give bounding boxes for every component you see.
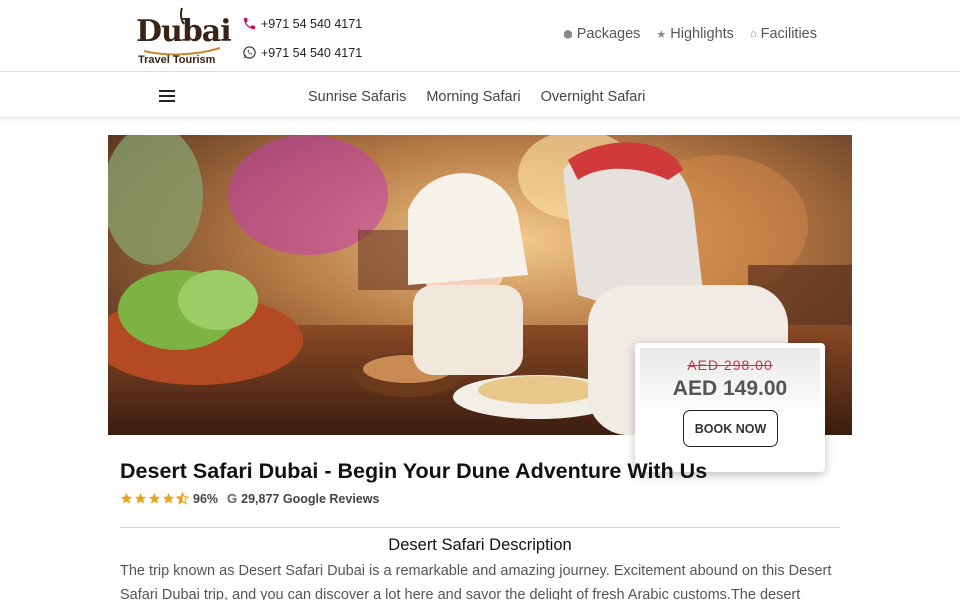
original-price: AED 298.00 [687, 357, 773, 373]
section-divider [120, 527, 840, 528]
nav-highlights[interactable]: ★ Highlights [656, 26, 734, 42]
star-icon [134, 493, 147, 504]
google-reviews-link[interactable]: 29,877 Google Reviews [241, 492, 379, 506]
whatsapp-contact[interactable]: +971 54 540 4171 [242, 45, 362, 60]
logo-word: Dubai [136, 14, 232, 49]
page-title: Desert Safari Dubai - Begin Your Dune Ad… [120, 459, 708, 483]
phone-contact[interactable]: +971 54 540 4171 [242, 16, 362, 31]
phone-icon [243, 17, 256, 30]
rating-percent: 96% [193, 491, 219, 506]
half-star-icon [176, 492, 189, 505]
star-icon [162, 493, 175, 504]
sale-price: AED 149.00 [672, 377, 788, 400]
star-icon [148, 493, 161, 504]
subnav-sunrise-safaris[interactable]: Sunrise Safaris [308, 89, 406, 105]
rating-stars [120, 492, 189, 505]
description-text: The trip known as Desert Safari Dubai is… [120, 563, 832, 600]
subnav-morning-safari[interactable]: Morning Safari [426, 89, 520, 105]
safari-links: Sunrise Safaris Morning Safari Overnight… [308, 89, 645, 105]
rating-row: 96% G 29,877 Google Reviews [120, 491, 379, 506]
menu-icon[interactable] [159, 90, 175, 102]
sub-navigation: Sunrise Safaris Morning Safari Overnight… [0, 73, 960, 118]
star-icon: ★ [656, 28, 667, 41]
nav-facilities[interactable]: ⌂ Facilities [750, 26, 817, 42]
cube-icon: ⬢ [563, 28, 573, 41]
top-header: Dubai Travel Tourism +971 54 540 4171 +9… [0, 0, 960, 72]
section-title: Desert Safari Description [388, 536, 572, 554]
nav-highlights-label: Highlights [670, 26, 734, 42]
logo-tagline: Travel Tourism [138, 54, 216, 66]
subnav-overnight-safari[interactable]: Overnight Safari [541, 89, 646, 105]
building-icon: ⌂ [749, 28, 757, 40]
google-icon: G [227, 491, 238, 506]
nav-packages-label: Packages [576, 26, 641, 42]
whatsapp-number: +971 54 540 4171 [261, 45, 363, 60]
book-now-button[interactable]: BOOK NOW [683, 410, 778, 447]
star-icon [120, 493, 133, 504]
top-navigation: ⬢ Packages ★ Highlights ⌂ Facilities [563, 26, 817, 42]
nav-facilities-label: Facilities [760, 26, 817, 42]
site-logo[interactable]: Dubai Travel Tourism [134, 4, 232, 70]
whatsapp-icon [243, 46, 256, 59]
price-card: AED 298.00 AED 149.00 BOOK NOW [635, 343, 825, 472]
nav-packages[interactable]: ⬢ Packages [563, 26, 640, 42]
phone-number: +971 54 540 4171 [261, 16, 363, 31]
